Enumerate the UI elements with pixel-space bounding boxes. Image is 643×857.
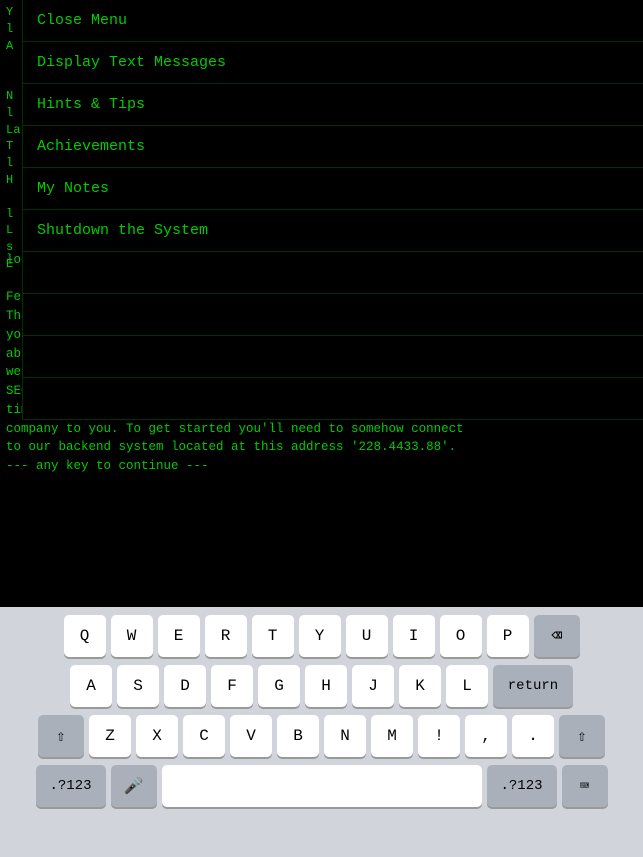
key-s[interactable]: S [117,665,159,707]
keyboard-row-2: A S D F G H J K L return [4,665,639,707]
key-keyboard-dismiss[interactable]: ⌨ [562,765,608,807]
key-shift-left[interactable]: ⇧ [38,715,84,757]
key-o[interactable]: O [440,615,482,657]
key-numpad-left[interactable]: .?123 [36,765,106,807]
key-space[interactable] [162,765,482,807]
menu-item-my-notes[interactable]: My Notes [23,168,643,210]
key-h[interactable]: H [305,665,347,707]
key-e[interactable]: E [158,615,200,657]
key-m[interactable]: M [371,715,413,757]
terminal-background: Y l A N l La T l H l L s E [0,0,22,277]
key-c[interactable]: C [183,715,225,757]
key-n[interactable]: N [324,715,366,757]
menu-item-shutdown[interactable]: Shutdown the System [23,210,643,252]
key-z[interactable]: Z [89,715,131,757]
keyboard-row-4: .?123 🎤 .?123 ⌨ [4,765,639,807]
key-comma[interactable]: , [465,715,507,757]
key-g[interactable]: G [258,665,300,707]
menu-item-hints-tips[interactable]: Hints & Tips [23,84,643,126]
key-a[interactable]: A [70,665,112,707]
key-exclamation[interactable]: ! [418,715,460,757]
keyboard: Q W E R T Y U I O P ⌫ A S D F G H J K L … [0,607,643,857]
key-i[interactable]: I [393,615,435,657]
key-w[interactable]: W [111,615,153,657]
key-numpad-right[interactable]: .?123 [487,765,557,807]
key-u[interactable]: U [346,615,388,657]
menu-item-display-text-messages[interactable]: Display Text Messages [23,42,643,84]
key-shift-right[interactable]: ⇧ [559,715,605,757]
key-q[interactable]: Q [64,615,106,657]
key-t[interactable]: T [252,615,294,657]
key-d[interactable]: D [164,665,206,707]
key-microphone[interactable]: 🎤 [111,765,157,807]
key-period[interactable]: . [512,715,554,757]
key-k[interactable]: K [399,665,441,707]
key-x[interactable]: X [136,715,178,757]
key-b[interactable]: B [277,715,319,757]
key-f[interactable]: F [211,665,253,707]
keyboard-row-3: ⇧ Z X C V B N M ! , . ⇧ [4,715,639,757]
keyboard-row-1: Q W E R T Y U I O P ⌫ [4,615,639,657]
key-backspace[interactable]: ⌫ [534,615,580,657]
key-j[interactable]: J [352,665,394,707]
key-y[interactable]: Y [299,615,341,657]
key-r[interactable]: R [205,615,247,657]
terminal-area: Y l A N l La T l H l L s E Close Menu Di… [0,0,643,607]
menu-item-achievements[interactable]: Achievements [23,126,643,168]
key-l[interactable]: L [446,665,488,707]
key-v[interactable]: V [230,715,272,757]
menu-overlay: Close Menu Display Text Messages Hints &… [22,0,643,420]
key-p[interactable]: P [487,615,529,657]
menu-item-close-menu[interactable]: Close Menu [23,0,643,42]
key-return[interactable]: return [493,665,573,707]
